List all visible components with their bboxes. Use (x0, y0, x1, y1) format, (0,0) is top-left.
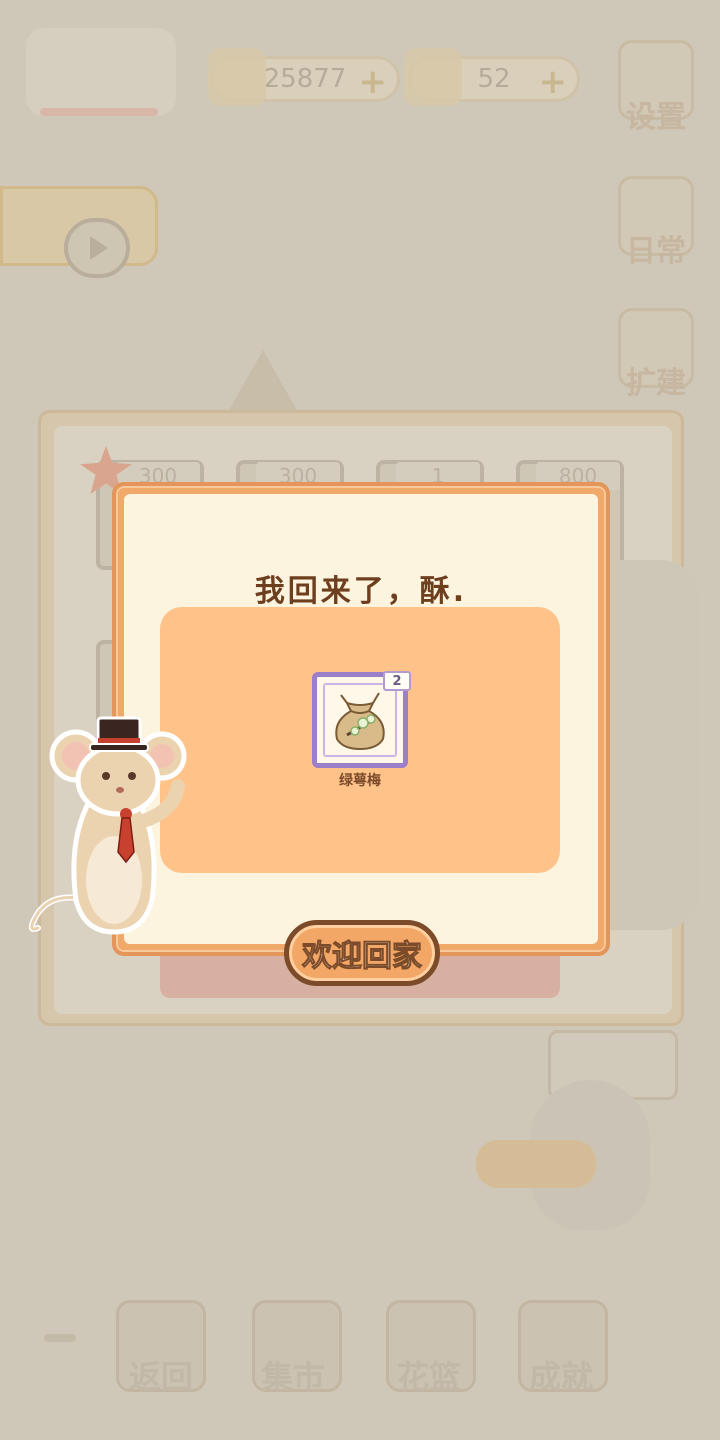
welcome-home-label: 欢迎回家 (302, 939, 423, 975)
logo-progress-bar (40, 108, 158, 116)
nav-market-label: 集市 (260, 1358, 325, 1396)
cheese-count: 52 (477, 64, 511, 94)
nav-basket-label: 花篮 (396, 1358, 461, 1396)
item-count-badge: 2 (383, 671, 411, 691)
scarf-decor (476, 1140, 596, 1188)
add-fish-button[interactable]: + (359, 62, 388, 102)
mouse-butler-character (28, 716, 187, 935)
nav-divider (44, 1334, 76, 1342)
daily-label: 日常 (626, 234, 686, 269)
fish-bone-icon (208, 48, 266, 106)
fish-count: 25877 (263, 64, 347, 94)
add-cheese-button[interactable]: + (539, 62, 568, 102)
welcome-home-button[interactable]: 欢迎回家 (284, 920, 440, 986)
dialog-title: 我回来了，酥. (254, 574, 468, 609)
item-name: 绿萼梅 (339, 773, 381, 789)
game-logo (26, 28, 176, 116)
nav-back-label: 返回 (128, 1358, 193, 1396)
nav-achievement-label: 成就 (528, 1358, 593, 1396)
settings-label: 设置 (626, 100, 686, 135)
cheese-icon (404, 48, 462, 106)
expand-label: 扩建 (626, 366, 686, 401)
play-icon (64, 218, 130, 278)
